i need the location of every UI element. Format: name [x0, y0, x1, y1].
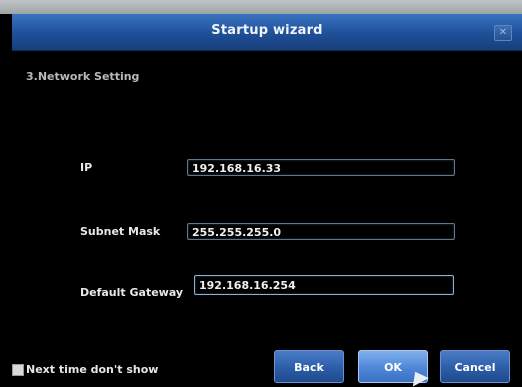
subnet-mask-label: Subnet Mask: [80, 225, 161, 238]
default-gateway-input[interactable]: 192.168.16.254: [194, 275, 454, 295]
subnet-mask-input[interactable]: 255.255.255.0: [187, 223, 455, 240]
next-time-label: Next time don't show: [26, 363, 159, 376]
step-title: 3.Network Setting: [26, 70, 140, 83]
close-icon[interactable]: ✕: [494, 25, 512, 41]
default-gateway-label: Default Gateway: [80, 286, 184, 299]
next-time-checkbox[interactable]: [12, 364, 24, 376]
window-title: Startup wizard: [211, 23, 323, 38]
title-bar: Startup wizard ✕: [12, 14, 522, 51]
monitor-bezel-top: [0, 0, 522, 14]
ip-input[interactable]: 192.168.16.33: [187, 159, 455, 176]
back-button[interactable]: Back: [274, 350, 344, 383]
ip-label: IP: [80, 161, 93, 174]
startup-wizard-dialog: Startup wizard ✕ 3.Network Setting IP 19…: [12, 14, 522, 387]
cancel-button[interactable]: Cancel: [440, 350, 510, 383]
